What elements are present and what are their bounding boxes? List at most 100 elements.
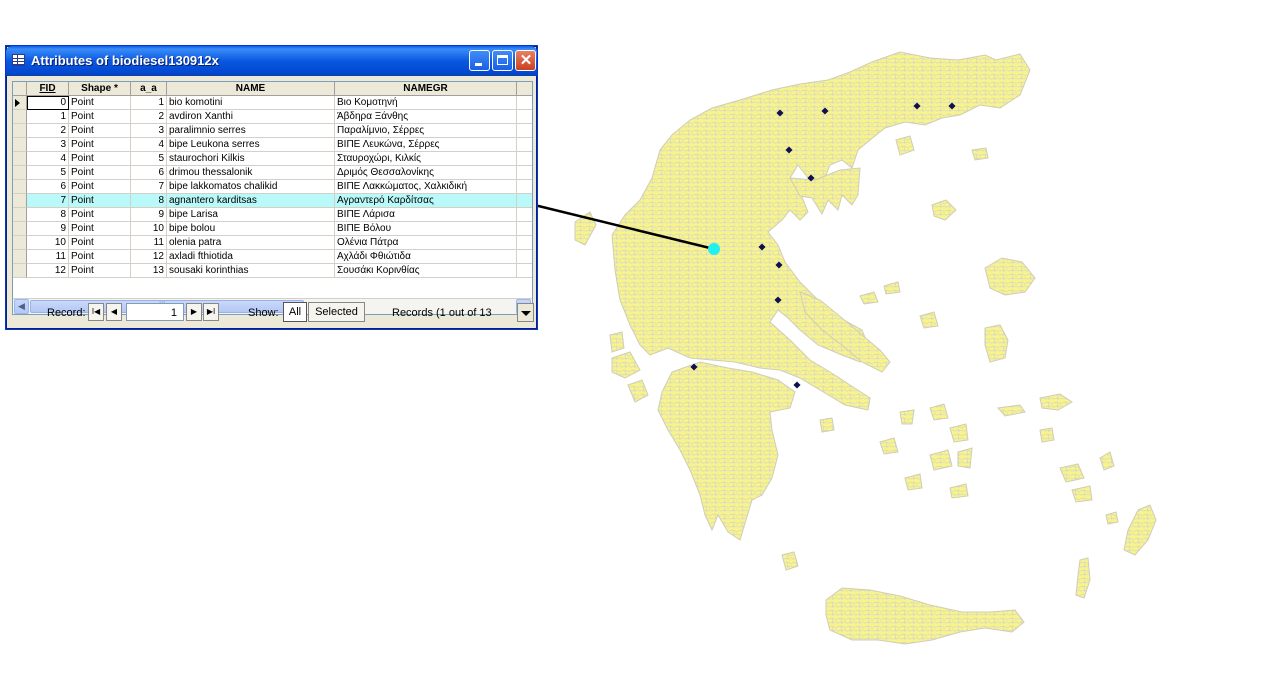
table-row[interactable]: 10Point11olenia patraΟλένια Πάτρα21 [13, 236, 532, 250]
cell-name[interactable]: staurochori Kilkis [167, 152, 335, 166]
row-selector[interactable] [13, 152, 27, 166]
cell-name[interactable]: agnantero karditsas [167, 194, 335, 208]
cell-fid[interactable]: 11 [27, 250, 69, 264]
cell-aa[interactable]: 12 [131, 250, 167, 264]
cell-namegr[interactable]: Σταυροχώρι, Κιλκίς [335, 152, 517, 166]
table-row[interactable]: 1Point2avdiron XanthiΆβδηρα Ξάνθης24 [13, 110, 532, 124]
cell-shape[interactable]: Point [69, 250, 131, 264]
table-row[interactable]: 2 Point 3 paralimnio serres Παραλίμνιο, Σέρρ… [13, 124, 532, 138]
cell-namegr[interactable]: ΒΙΠΕ Λακκώματος, Χαλκιδική [335, 180, 517, 194]
row-selector[interactable] [13, 194, 27, 208]
cell-fid[interactable]: 12 [27, 264, 69, 278]
cell-name[interactable]: paralimnio serres [167, 124, 335, 138]
cell-shape[interactable]: Point [69, 194, 131, 208]
cell-aa[interactable]: 13 [131, 264, 167, 278]
next-record-button[interactable]: ▶ [186, 303, 202, 321]
cell-namegr[interactable]: Δριμός Θεσσαλονίκης [335, 166, 517, 180]
show-selected-button[interactable]: Selected [308, 302, 365, 322]
cell-fid[interactable]: 6 [27, 180, 69, 194]
cell-fid[interactable]: 9 [27, 222, 69, 236]
first-record-button[interactable]: I◀ [88, 303, 104, 321]
cell-shape[interactable]: Point [69, 208, 131, 222]
cell-shape[interactable]: Point [69, 138, 131, 152]
cell-fid[interactable]: 7 [27, 194, 69, 208]
cell-namegr[interactable]: Άβδηρα Ξάνθης [335, 110, 517, 124]
cell-shape[interactable]: Point [69, 166, 131, 180]
cell-aa[interactable]: 1 [131, 96, 167, 110]
cell-name[interactable]: avdiron Xanthi [167, 110, 335, 124]
row-selector[interactable] [13, 110, 27, 124]
attributes-window[interactable]: Attributes of biodiesel130912x ✕ FID Sha… [5, 45, 538, 330]
cell-extra[interactable]: 21 [517, 236, 532, 250]
column-header-aa[interactable]: a_a [131, 82, 167, 96]
show-all-button[interactable]: All [283, 302, 307, 322]
table-row[interactable]: 3 Point 4 bipe Leukona serres ΒΙΠΕ Λευκώνα, … [13, 138, 532, 152]
table-row[interactable]: 0Point1bio komotiniΒιο Κομοτηνή25 [13, 96, 532, 110]
cell-namegr[interactable]: Βιο Κομοτηνή [335, 96, 517, 110]
cell-namegr[interactable]: ΒΙΠΕ Βόλου [335, 222, 517, 236]
cell-aa[interactable]: 9 [131, 208, 167, 222]
cell-aa[interactable]: 3 [131, 124, 167, 138]
cell-fid[interactable]: 1 [27, 110, 69, 124]
row-selector[interactable] [13, 222, 27, 236]
row-selector[interactable] [13, 264, 27, 278]
cell-shape[interactable]: Point [69, 264, 131, 278]
cell-name[interactable]: bipe bolou [167, 222, 335, 236]
cell-aa[interactable]: 7 [131, 180, 167, 194]
cell-aa[interactable]: 8 [131, 194, 167, 208]
record-number-input[interactable] [126, 303, 184, 321]
cell-shape[interactable]: Point [69, 152, 131, 166]
cell-fid[interactable]: 4 [27, 152, 69, 166]
row-selector-header[interactable] [13, 82, 27, 96]
cell-fid[interactable]: 3 [27, 138, 69, 152]
column-header-name[interactable]: NAME [167, 82, 335, 96]
row-selector[interactable] [13, 166, 27, 180]
window-titlebar[interactable]: Attributes of biodiesel130912x ✕ [6, 46, 537, 76]
cell-name[interactable]: drimou thessalonik [167, 166, 335, 180]
cell-extra[interactable]: 22 [517, 250, 532, 264]
cell-fid[interactable]: 2 [27, 124, 69, 138]
cell-name[interactable]: bipe lakkomatos chalikid [167, 180, 335, 194]
column-header-extra[interactable] [517, 82, 532, 96]
cell-name[interactable]: bipe Leukona serres [167, 138, 335, 152]
cell-shape[interactable]: Point [69, 236, 131, 250]
previous-record-button[interactable]: ◀ [106, 303, 122, 321]
cell-namegr[interactable]: Αγραντερό Καρδίτσας [335, 194, 517, 208]
cell-fid[interactable]: 8 [27, 208, 69, 222]
cell-fid[interactable]: 0 [27, 96, 69, 110]
cell-extra[interactable]: 23 [517, 264, 532, 278]
last-record-button[interactable]: ▶I [203, 303, 219, 321]
row-selector[interactable] [13, 124, 27, 138]
cell-shape[interactable]: Point [69, 96, 131, 110]
table-row[interactable]: 8Point9bipe LarisaΒΙΠΕ Λάρισα22 [13, 208, 532, 222]
cell-name[interactable]: sousaki korinthias [167, 264, 335, 278]
cell-extra[interactable]: 2 [517, 180, 532, 194]
cell-name[interactable]: bio komotini [167, 96, 335, 110]
cell-name[interactable]: bipe Larisa [167, 208, 335, 222]
cell-name[interactable]: olenia patra [167, 236, 335, 250]
row-selector[interactable] [13, 180, 27, 194]
cell-shape[interactable]: Point [69, 222, 131, 236]
cell-namegr[interactable]: ΒΙΠΕ Λάρισα [335, 208, 517, 222]
cell-name[interactable]: axladi fthiotida [167, 250, 335, 264]
cell-namegr[interactable]: Ολένια Πάτρα [335, 236, 517, 250]
column-header-fid[interactable]: FID [27, 82, 69, 96]
cell-extra[interactable]: 22 [517, 152, 532, 166]
cell-shape[interactable]: Point [69, 180, 131, 194]
cell-extra[interactable]: 22 [517, 208, 532, 222]
cell-extra[interactable]: 21 [517, 194, 532, 208]
cell-aa[interactable]: 2 [131, 110, 167, 124]
cell-namegr[interactable]: Σουσάκι Κορινθίας [335, 264, 517, 278]
cell-aa[interactable]: 10 [131, 222, 167, 236]
close-button[interactable]: ✕ [515, 50, 536, 71]
column-header-shape[interactable]: Shape * [69, 82, 131, 96]
cell-namegr[interactable]: ΒΙΠΕ Λευκώνα, Σέρρες [335, 138, 517, 152]
minimize-button[interactable] [469, 50, 490, 71]
cell-fid[interactable]: 5 [27, 166, 69, 180]
row-selector[interactable] [13, 236, 27, 250]
cell-aa[interactable]: 4 [131, 138, 167, 152]
cell-extra[interactable]: 23 [517, 138, 532, 152]
cell-extra[interactable]: 22 [517, 222, 532, 236]
table-row[interactable]: 9Point10bipe bolouΒΙΠΕ Βόλου22 [13, 222, 532, 236]
cell-fid[interactable]: 10 [27, 236, 69, 250]
